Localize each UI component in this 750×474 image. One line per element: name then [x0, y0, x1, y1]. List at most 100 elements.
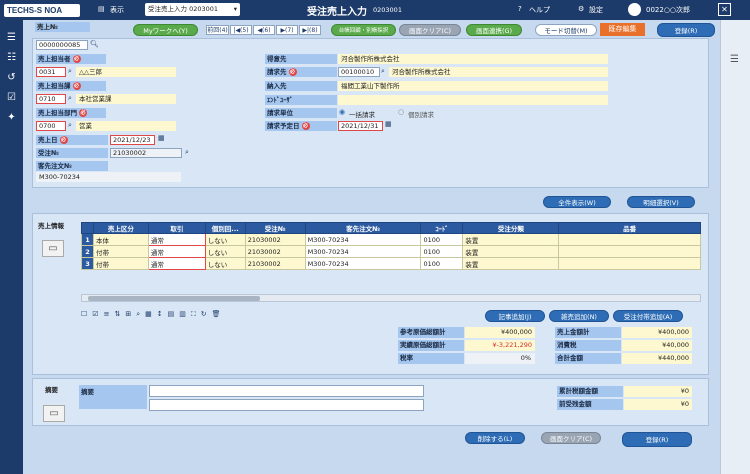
- checkbox-icon[interactable]: ☐: [81, 310, 92, 318]
- calendar-icon[interactable]: ▦: [385, 120, 392, 128]
- search-icon[interactable]: ⌕: [381, 67, 385, 76]
- mode-switch-button[interactable]: モード切替(M): [535, 24, 597, 36]
- help-icon[interactable]: ?: [518, 5, 522, 13]
- cell-class[interactable]: 装置: [462, 233, 560, 246]
- screen-link-button[interactable]: 画面連携(G): [466, 24, 522, 36]
- search-icon[interactable]: ⌕: [185, 148, 189, 157]
- display-menu-icon[interactable]: ▤: [98, 5, 105, 13]
- screen-select[interactable]: 受注売上入力 0203001 ▾: [145, 3, 240, 16]
- close-icon[interactable]: ✕: [718, 3, 731, 16]
- billing-unit-opt1[interactable]: 一括請求: [349, 109, 375, 119]
- file-icon[interactable]: ▤: [168, 310, 180, 318]
- nav-last-button[interactable]: ▶|(8): [299, 25, 321, 35]
- clear-button-bottom[interactable]: 画面クリア(C): [541, 432, 601, 444]
- cell-order[interactable]: 21030002: [244, 233, 306, 246]
- cell-kobetsu[interactable]: しない: [204, 233, 246, 246]
- search-icon[interactable]: ⌕: [68, 94, 72, 103]
- cell-item[interactable]: [558, 257, 701, 270]
- grid-icon[interactable]: ▦: [145, 310, 157, 318]
- calendar-icon[interactable]: ▦: [158, 134, 165, 142]
- checkbox-all-icon[interactable]: ☑: [92, 310, 103, 318]
- refresh-icon[interactable]: ↻: [201, 310, 212, 318]
- list-icon[interactable]: ≡: [104, 310, 115, 318]
- cell-code[interactable]: 0100: [420, 257, 464, 270]
- cell-code[interactable]: 0100: [420, 245, 464, 258]
- puzzle-icon[interactable]: ✦: [5, 112, 18, 124]
- display-menu[interactable]: 表示: [110, 5, 124, 15]
- cell-item[interactable]: [558, 233, 701, 246]
- radio-unchecked-icon[interactable]: ○: [398, 108, 404, 116]
- search-icon[interactable]: ⌕: [68, 121, 72, 130]
- sales-section-code-field[interactable]: 0700: [36, 121, 66, 131]
- horizontal-scrollbar[interactable]: [81, 294, 701, 302]
- cell-kubun[interactable]: 付帯: [92, 257, 149, 270]
- table-row[interactable]: 1 本体 通常 しない 21030002 M300-70234 0100 装置: [81, 233, 701, 246]
- col-header[interactable]: 受注分類: [462, 222, 560, 234]
- sales-dept-code-field[interactable]: 0710: [36, 94, 66, 104]
- checkbox-icon[interactable]: ☑: [5, 92, 18, 104]
- file-copy-icon[interactable]: ▥: [179, 310, 191, 318]
- sales-no-field[interactable]: 0000000085: [36, 40, 88, 50]
- menu-icon[interactable]: ☰: [5, 32, 18, 44]
- table-row[interactable]: 2 付帯 通常 しない 21030002 M300-70234 0100 装置: [81, 245, 701, 258]
- trash-icon[interactable]: 🗑︎: [212, 310, 226, 318]
- radio-checked-icon[interactable]: ◉: [339, 108, 345, 116]
- history-icon[interactable]: ↺: [5, 72, 18, 84]
- sales-rep-code-field[interactable]: 0031: [36, 67, 66, 77]
- show-all-button[interactable]: 全件表示(W): [543, 196, 611, 208]
- cell-cust-order[interactable]: M300-70234: [304, 245, 422, 258]
- add-order-button[interactable]: 受注付帯追加(A): [613, 310, 683, 322]
- table-row[interactable]: 3 付帯 通常 しない 21030002 M300-70234 0100 装置: [81, 257, 701, 270]
- cell-cust-order[interactable]: M300-70234: [304, 233, 422, 246]
- register-button-bottom[interactable]: 登録(R): [622, 432, 692, 447]
- col-header[interactable]: 取引: [147, 222, 206, 234]
- history-copy-button[interactable]: 台帳回顧・別帳採択: [331, 24, 396, 36]
- nav-back-button[interactable]: ◀(6): [253, 25, 275, 35]
- billing-date-field[interactable]: 2021/12/31: [338, 121, 383, 131]
- col-header[interactable]: 受注№: [244, 222, 306, 234]
- cell-cust-order[interactable]: M300-70234: [304, 257, 422, 270]
- col-header[interactable]: 客先注文№: [304, 222, 422, 234]
- cell-class[interactable]: 装置: [462, 257, 560, 270]
- hamburger-icon[interactable]: ☰: [730, 54, 739, 65]
- col-header[interactable]: 個別回...: [204, 222, 246, 234]
- search-icon[interactable]: ⌕: [136, 310, 145, 318]
- cell-order[interactable]: 21030002: [244, 257, 306, 270]
- cell-torihiki-select[interactable]: 通常: [147, 257, 206, 270]
- cell-order[interactable]: 21030002: [244, 245, 306, 258]
- nav-next-button[interactable]: ▶(7): [276, 25, 298, 35]
- cell-kobetsu[interactable]: しない: [204, 257, 246, 270]
- clear-button[interactable]: 画面クリア(C): [399, 24, 461, 36]
- cell-code[interactable]: 0100: [420, 233, 464, 246]
- sales-date-field[interactable]: 2021/12/23: [110, 135, 155, 145]
- sort-order-icon[interactable]: ↕: [157, 310, 168, 318]
- cell-kubun[interactable]: 付帯: [92, 245, 149, 258]
- col-header[interactable]: ｺｰﾄﾞ: [420, 222, 464, 234]
- col-header[interactable]: 売上区分: [92, 222, 149, 234]
- scrollbar-thumb[interactable]: [88, 296, 260, 301]
- avatar[interactable]: [628, 3, 641, 16]
- settings-link[interactable]: 設定: [589, 5, 603, 15]
- sort-icon[interactable]: ⇅: [114, 310, 125, 318]
- add-row-icon[interactable]: ⊞: [125, 310, 136, 318]
- detail-select-button[interactable]: 明細選択(V): [627, 196, 695, 208]
- nav-first-button[interactable]: |◀(5): [230, 25, 252, 35]
- my-work-button[interactable]: Myワークへ(Y): [133, 24, 198, 36]
- cell-class[interactable]: 装置: [462, 245, 560, 258]
- cell-kobetsu[interactable]: しない: [204, 245, 246, 258]
- order-no-field[interactable]: 21030002: [110, 148, 182, 158]
- col-header[interactable]: 品番: [558, 222, 701, 234]
- billing-code-field[interactable]: 00100010: [338, 67, 380, 77]
- gear-icon[interactable]: ⚙: [578, 5, 584, 13]
- billing-unit-opt2[interactable]: 個別請求: [408, 109, 434, 119]
- delete-button[interactable]: 削除する(L): [465, 432, 525, 444]
- memo-input-1[interactable]: [149, 385, 424, 397]
- search-icon[interactable]: ⌕: [68, 67, 72, 76]
- user-list-icon[interactable]: ☷: [5, 52, 18, 64]
- cell-torihiki-select[interactable]: 通常: [147, 245, 206, 258]
- add-note-button[interactable]: 記事追加(J): [485, 310, 545, 322]
- cell-item[interactable]: [558, 245, 701, 258]
- register-button-top[interactable]: 登録(R): [657, 23, 715, 37]
- memo-input-2[interactable]: [149, 399, 424, 411]
- cell-kubun[interactable]: 本体: [92, 233, 149, 246]
